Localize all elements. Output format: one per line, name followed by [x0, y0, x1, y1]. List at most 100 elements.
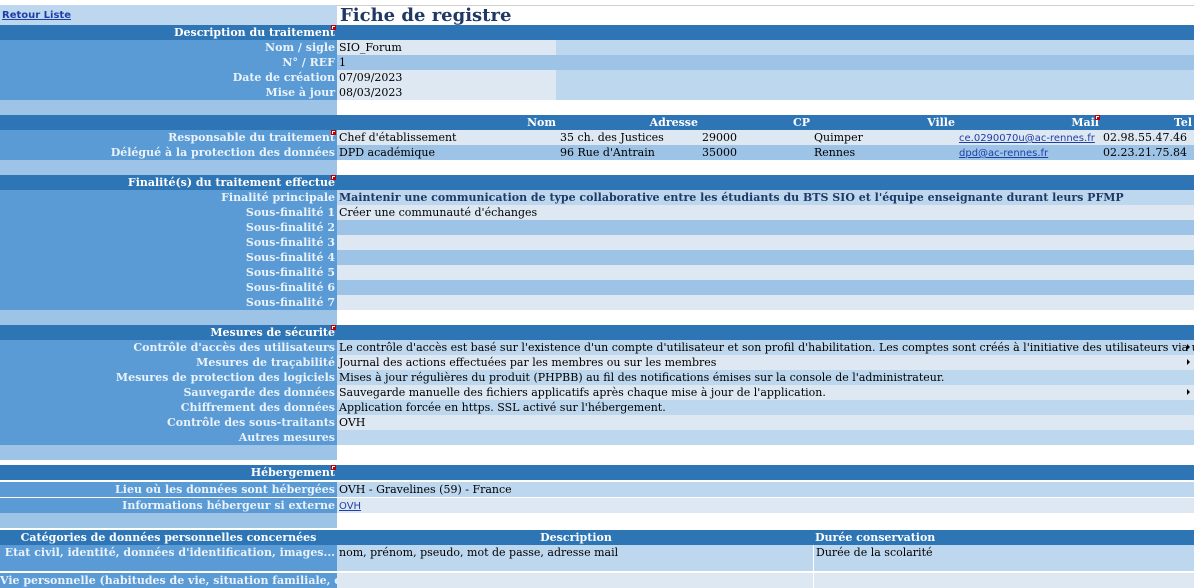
- responsable-nom[interactable]: Chef d'établissement: [337, 130, 558, 145]
- securite-row: Contrôle d'accès des utilisateurs Le con…: [0, 340, 1194, 355]
- securite-row: Mesures de traçabilité Journal des actio…: [0, 355, 1194, 370]
- maj-value[interactable]: 08/03/2023: [337, 85, 556, 100]
- sous-finalite-value[interactable]: [337, 235, 1194, 250]
- securite-value[interactable]: [337, 430, 1194, 445]
- dpd-tel[interactable]: 02.23.21.75.84: [1101, 145, 1194, 160]
- col-ville: Ville: [927, 116, 955, 129]
- category-description[interactable]: [337, 573, 813, 588]
- lieu-value[interactable]: OVH - Gravelines (59) - France: [337, 482, 1194, 497]
- sous-finalite-label: Sous-finalité 4: [0, 250, 337, 265]
- creation-label: Date de création: [0, 70, 337, 85]
- spacer-fill: [337, 445, 1194, 460]
- securite-value[interactable]: Sauvegarde manuelle des fichiers applica…: [337, 385, 1194, 400]
- responsable-ville[interactable]: Quimper: [812, 130, 957, 145]
- securite-label: Contrôle d'accès des utilisateurs: [0, 340, 337, 355]
- dpd-adresse[interactable]: 96 Rue d'Antrain: [558, 145, 700, 160]
- responsable-cp[interactable]: 29000: [700, 130, 812, 145]
- ref-label: N° / REF: [0, 55, 337, 70]
- securite-header-row: Mesures de sécurité: [0, 325, 1194, 340]
- back-cell: Retour Liste: [0, 5, 337, 25]
- categories-header: Catégories de données personnelles conce…: [0, 530, 337, 545]
- spacer-row: [0, 445, 1194, 460]
- category-duree[interactable]: [813, 573, 1194, 588]
- creation-value[interactable]: 07/09/2023: [337, 70, 556, 85]
- sous-finalite-label: Sous-finalité 1: [0, 205, 337, 220]
- securite-header-fill: [337, 325, 1194, 340]
- securite-value[interactable]: Application forcée en https. SSL activé …: [337, 400, 1194, 415]
- col-adresse: Adresse: [649, 116, 698, 129]
- sous-finalite-value[interactable]: Créer une communauté d'échanges: [337, 205, 1194, 220]
- nom-fill: [556, 40, 1194, 55]
- responsable-adresse[interactable]: 35 ch. des Justices: [558, 130, 700, 145]
- spacer-fill: [337, 100, 1194, 115]
- comment-marker-icon[interactable]: [331, 325, 336, 330]
- comment-marker-icon[interactable]: [331, 25, 336, 30]
- comment-marker-icon[interactable]: [331, 130, 336, 135]
- sous-finalite-row: Sous-finalité 6: [0, 280, 1194, 295]
- sous-finalite-value[interactable]: [337, 220, 1194, 235]
- securite-row: Sauvegarde des données Sauvegarde manuel…: [0, 385, 1194, 400]
- securite-row: Chiffrement des données Application forc…: [0, 400, 1194, 415]
- spacer-label: [0, 513, 337, 528]
- sous-finalite-value[interactable]: [337, 295, 1194, 310]
- spacer-fill: [337, 310, 1194, 325]
- sous-finalite-value[interactable]: [337, 280, 1194, 295]
- nom-label: Nom / sigle: [0, 40, 337, 55]
- comment-marker-icon[interactable]: [331, 465, 336, 470]
- securite-label: Contrôle des sous-traitants: [0, 415, 337, 430]
- securite-label: Mesures de protection des logiciels: [0, 370, 337, 385]
- lieu-label: Lieu où les données sont hébergées: [0, 482, 337, 497]
- finalites-header-fill: [337, 175, 1194, 190]
- maj-row: Mise à jour 08/03/2023: [0, 85, 1194, 100]
- comment-marker-icon[interactable]: [1095, 115, 1100, 120]
- dpd-mail-link[interactable]: dpd@ac-rennes.fr: [959, 148, 1048, 159]
- overflow-arrow-icon: [1187, 344, 1190, 350]
- overflow-arrow-icon: [1187, 389, 1190, 395]
- dpd-mail-cell: dpd@ac-rennes.fr: [957, 145, 1101, 160]
- securite-value[interactable]: Journal des actions effectuées par les m…: [337, 355, 1194, 370]
- page-title: Fiche de registre: [340, 5, 512, 26]
- securite-value[interactable]: OVH: [337, 415, 1194, 430]
- responsable-row: Responsable du traitement Chef d'établis…: [0, 130, 1194, 145]
- securite-value[interactable]: Le contrôle d'accès est basé sur l'exist…: [337, 340, 1194, 355]
- finalite-principale-value[interactable]: Maintenir une communication de type coll…: [337, 190, 1194, 205]
- hebergeur-link[interactable]: OVH: [339, 501, 361, 512]
- securite-value[interactable]: Mises à jour régulières du produit (PHPB…: [337, 370, 1194, 385]
- categories-header-row: Catégories de données personnelles conce…: [0, 530, 1194, 545]
- spacer-label: [0, 310, 337, 325]
- sous-finalite-row: Sous-finalité 3: [0, 235, 1194, 250]
- responsable-label: Responsable du traitement: [0, 130, 337, 145]
- nom-row: Nom / sigle SIO_Forum: [0, 40, 1194, 55]
- description-header: Description du traitement: [0, 25, 337, 40]
- dpd-row: Délégué à la protection des données DPD …: [0, 145, 1194, 160]
- creation-row: Date de création 07/09/2023: [0, 70, 1194, 85]
- responsable-mail-cell: ce.0290070u@ac-rennes.fr: [957, 130, 1101, 145]
- category-row: Etat civil, identité, données d'identifi…: [0, 545, 1194, 571]
- sous-finalite-value[interactable]: [337, 250, 1194, 265]
- category-duree[interactable]: Durée de la scolarité: [813, 545, 1194, 571]
- sous-finalite-label: Sous-finalité 6: [0, 280, 337, 295]
- dpd-cp[interactable]: 35000: [700, 145, 812, 160]
- info-row: Informations hébergeur si externe OVH: [0, 498, 1194, 513]
- dpd-ville[interactable]: Rennes: [812, 145, 957, 160]
- sous-finalite-row: Sous-finalité 2: [0, 220, 1194, 235]
- securite-label: Autres mesures: [0, 430, 337, 445]
- comment-marker-icon[interactable]: [331, 175, 336, 180]
- lieu-row: Lieu où les données sont hébergées OVH -…: [0, 482, 1194, 497]
- ref-row: N° / REF 1: [0, 55, 1194, 70]
- col-duree: Durée conservation: [813, 530, 1194, 545]
- responsable-mail-link[interactable]: ce.0290070u@ac-rennes.fr: [959, 133, 1095, 144]
- category-row: Vie personnelle (habitudes de vie, situa…: [0, 573, 1194, 588]
- dpd-nom[interactable]: DPD académique: [337, 145, 558, 160]
- category-description[interactable]: nom, prénom, pseudo, mot de passe, adres…: [337, 545, 813, 571]
- ref-value[interactable]: 1: [337, 55, 1194, 70]
- sous-finalite-label: Sous-finalité 5: [0, 265, 337, 280]
- back-to-list-link[interactable]: Retour Liste: [2, 10, 71, 21]
- col-mail: Mail: [1071, 116, 1099, 129]
- nom-value[interactable]: SIO_Forum: [337, 40, 556, 55]
- sous-finalite-label: Sous-finalité 2: [0, 220, 337, 235]
- responsable-tel[interactable]: 02.98.55.47.46: [1101, 130, 1194, 145]
- finalite-principale-row: Finalité principale Maintenir une commun…: [0, 190, 1194, 205]
- sous-finalite-value[interactable]: [337, 265, 1194, 280]
- spacer-fill: [337, 513, 1194, 528]
